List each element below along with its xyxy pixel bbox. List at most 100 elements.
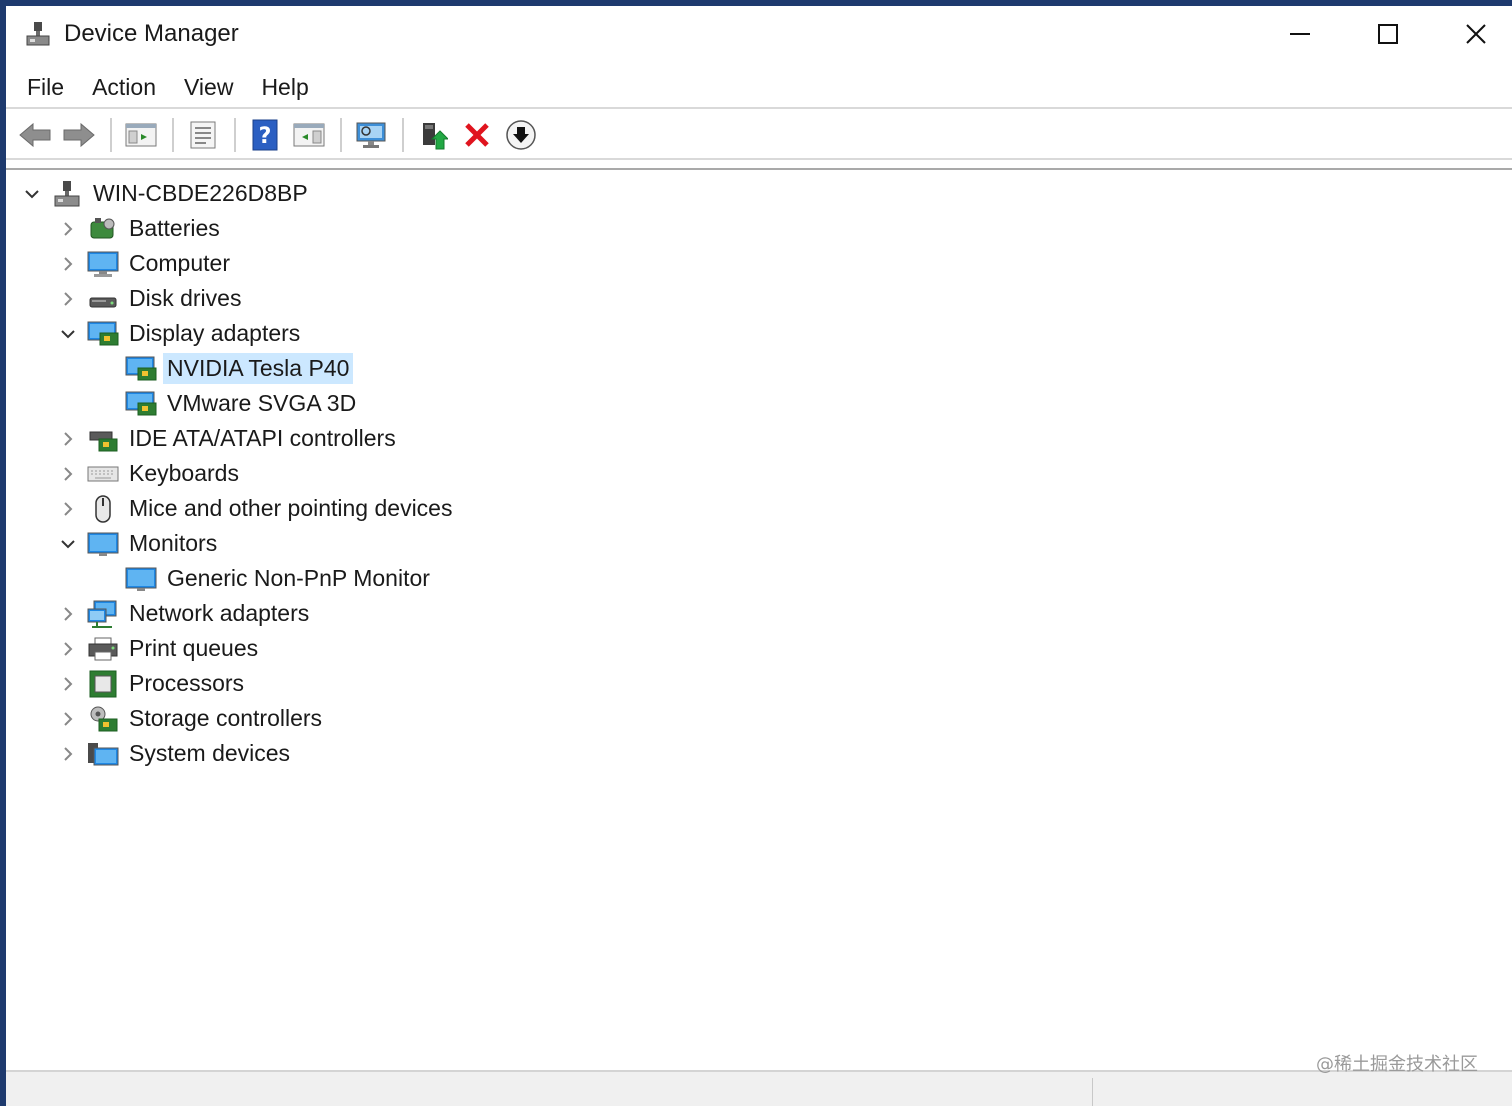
chevron-right-icon[interactable]: [56, 427, 80, 451]
tree-node-system-devices[interactable]: System devices: [56, 736, 294, 771]
menu-file[interactable]: File: [16, 70, 75, 105]
chevron-right-icon[interactable]: [56, 462, 80, 486]
keyboard-icon: [86, 459, 120, 489]
tree-node-label: Storage controllers: [129, 705, 323, 731]
tree-node-label: System devices: [129, 740, 291, 766]
tree-node-print-queues[interactable]: Print queues: [56, 631, 262, 666]
tree-node-label: Display adapters: [129, 320, 301, 346]
help-button[interactable]: ?: [244, 115, 286, 155]
storage-controller-icon: [86, 704, 120, 734]
tree-node-nvidia-tesla-p40[interactable]: NVIDIA Tesla P40: [118, 351, 354, 386]
tree-node-monitors[interactable]: Monitors: [56, 526, 221, 561]
menu-action[interactable]: Action: [81, 70, 167, 105]
chevron-down-icon[interactable]: [56, 532, 80, 556]
menu-view[interactable]: View: [173, 70, 244, 105]
menu-bar: File Action View Help: [6, 66, 1512, 108]
tree-node-mice[interactable]: Mice and other pointing devices: [56, 491, 456, 526]
tree-node-keyboards[interactable]: Keyboards: [56, 456, 243, 491]
chevron-right-icon[interactable]: [56, 217, 80, 241]
tree-node-processors[interactable]: Processors: [56, 666, 248, 701]
tree-node-label: Computer: [129, 250, 230, 276]
toolbar-separator: [172, 118, 174, 152]
toolbar: ?: [6, 110, 1512, 160]
display-adapter-icon: [124, 389, 158, 419]
uninstall-device-button[interactable]: [456, 115, 498, 155]
show-hide-console-tree-icon: [125, 123, 157, 147]
title-bar[interactable]: Device Manager: [6, 6, 1512, 64]
maximize-button[interactable]: [1344, 6, 1432, 62]
tree-node-label: Mice and other pointing devices: [129, 495, 453, 521]
help-icon: ?: [252, 119, 278, 151]
tree-root[interactable]: WIN-CBDE226D8BP: [20, 176, 312, 211]
tree-node-ide-controllers[interactable]: IDE ATA/ATAPI controllers: [56, 421, 400, 456]
tree-node-label: Processors: [129, 670, 245, 696]
chevron-right-icon[interactable]: [56, 287, 80, 311]
toolbar-separator: [110, 118, 112, 152]
tree-node-vmware-svga-3d[interactable]: VMware SVGA 3D: [118, 386, 360, 421]
tree-node-label: IDE ATA/ATAPI controllers: [129, 425, 396, 451]
menu-divider: [6, 107, 1512, 109]
tree-node-label: Batteries: [129, 215, 220, 241]
scan-hardware-icon: [356, 122, 386, 148]
disable-device-button[interactable]: [500, 115, 542, 155]
maximize-icon: [1378, 24, 1398, 44]
action-pane-icon: [293, 123, 325, 147]
mouse-icon: [86, 494, 120, 524]
window-title: Device Manager: [64, 20, 239, 47]
chevron-right-icon[interactable]: [56, 602, 80, 626]
tree-node-display-adapters[interactable]: Display adapters: [56, 316, 304, 351]
update-driver-button[interactable]: [412, 115, 454, 155]
watermark: @稀土掘金技术社区: [1316, 1054, 1478, 1075]
display-adapter-icon: [86, 319, 120, 349]
chevron-right-icon[interactable]: [56, 672, 80, 696]
disable-device-icon: [506, 120, 536, 150]
back-button[interactable]: [14, 115, 56, 155]
chevron-down-icon[interactable]: [56, 322, 80, 346]
tree-node-label: Monitors: [129, 530, 218, 556]
properties-button[interactable]: [182, 115, 224, 155]
action-pane-button[interactable]: [288, 115, 330, 155]
forward-arrow-icon: [63, 122, 95, 148]
tree-node-storage-controllers[interactable]: Storage controllers: [56, 701, 326, 736]
status-bar-divider: [1092, 1078, 1093, 1106]
update-driver-icon: [423, 123, 448, 150]
chevron-right-icon[interactable]: [56, 742, 80, 766]
show-hide-console-tree-button[interactable]: [120, 115, 162, 155]
minimize-icon: [1290, 33, 1310, 35]
chevron-down-icon[interactable]: [20, 182, 44, 206]
tree-root-label: WIN-CBDE226D8BP: [93, 180, 308, 206]
toolbar-divider: [6, 158, 1512, 160]
system-devices-icon: [86, 739, 120, 769]
chevron-right-icon[interactable]: [56, 707, 80, 731]
chevron-right-icon[interactable]: [56, 637, 80, 661]
device-manager-window: Device Manager File Action View Help ? W…: [6, 6, 1512, 1106]
chevron-right-icon[interactable]: [56, 497, 80, 521]
chevron-right-icon[interactable]: [56, 252, 80, 276]
tree-node-batteries[interactable]: Batteries: [56, 211, 224, 246]
scan-hardware-button[interactable]: [350, 115, 392, 155]
device-manager-app-icon: [24, 20, 52, 48]
tree-node-network-adapters[interactable]: Network adapters: [56, 596, 313, 631]
computer-tower-icon: [50, 179, 84, 209]
printer-icon: [86, 634, 120, 664]
tree-node-label: Network adapters: [129, 600, 310, 626]
battery-icon: [86, 214, 120, 244]
back-arrow-icon: [19, 122, 51, 148]
svg-text:?: ?: [259, 124, 272, 149]
forward-button[interactable]: [58, 115, 100, 155]
tree-node-disk-drives[interactable]: Disk drives: [56, 281, 245, 316]
tree-node-computer[interactable]: Computer: [56, 246, 234, 281]
toolbar-separator: [234, 118, 236, 152]
minimize-button[interactable]: [1256, 6, 1344, 62]
computer-icon: [86, 249, 120, 279]
close-button[interactable]: [1432, 6, 1512, 62]
tree-node-label: Disk drives: [129, 285, 242, 311]
status-bar: [6, 1070, 1512, 1106]
ide-controller-icon: [86, 424, 120, 454]
tree-node-label: Keyboards: [129, 460, 239, 486]
toolbar-separator: [402, 118, 404, 152]
tree-node-generic-non-pnp-monitor[interactable]: Generic Non-PnP Monitor: [118, 561, 434, 596]
monitor-icon: [124, 564, 158, 594]
tree-node-label: Generic Non-PnP Monitor: [167, 565, 430, 591]
menu-help[interactable]: Help: [250, 70, 319, 105]
